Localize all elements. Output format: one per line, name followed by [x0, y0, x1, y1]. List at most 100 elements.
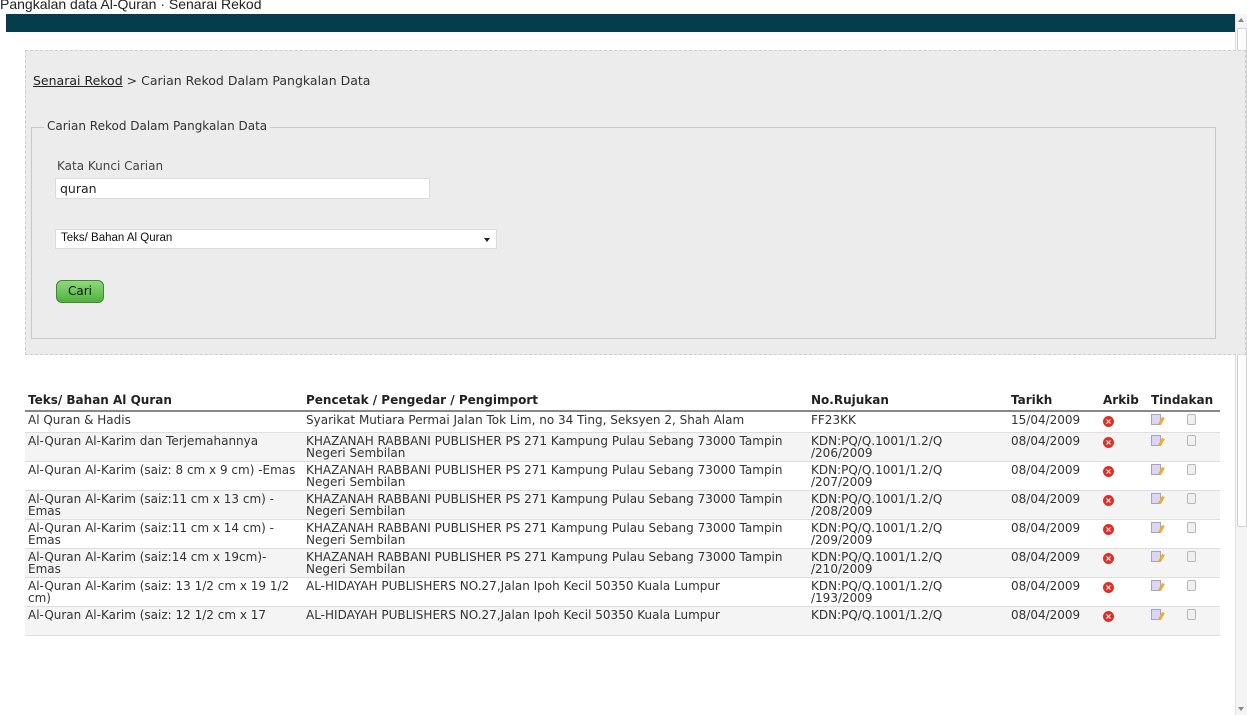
delete-x-icon[interactable]: ×	[1103, 416, 1114, 427]
cell-title: Al-Quran Al-Karim (saiz:11 cm x 14 cm) -…	[25, 519, 303, 549]
cell-edit	[1148, 490, 1184, 520]
delete-x-icon[interactable]: ×	[1103, 494, 1114, 506]
table-row[interactable]: Al-Quran Al-Karim dan Terjemahannya KHAZA…	[25, 432, 1220, 462]
edit-icon[interactable]	[1151, 608, 1161, 620]
delete-x-icon[interactable]: ×	[1103, 552, 1114, 564]
edit-icon[interactable]	[1151, 414, 1161, 425]
edit-icon[interactable]	[1151, 521, 1161, 533]
cell-publisher: KHAZANAH RABBANI PUBLISHER PS 271 Kampun…	[303, 490, 808, 520]
cell-publisher: Syarikat Mutiara Permai Jalan Tok Lim, n…	[303, 411, 808, 433]
cell-record	[1184, 432, 1220, 462]
edit-icon[interactable]	[1151, 550, 1161, 562]
col-header-publisher: Pencetak / Pengedar / Pengimport	[303, 390, 808, 412]
cell-record	[1184, 461, 1220, 491]
cell-date: 08/04/2009	[1008, 548, 1100, 578]
cell-ref: KDN:PQ/Q.1001/1.2/Q /207/2009	[808, 461, 1008, 491]
cell-archive: ×	[1100, 461, 1148, 491]
keyword-label: Kata Kunci Carian	[57, 159, 164, 173]
edit-icon[interactable]	[1151, 434, 1161, 446]
cell-archive: ×	[1100, 490, 1148, 520]
cell-publisher: KHAZANAH RABBANI PUBLISHER PS 271 Kampun…	[303, 548, 808, 578]
col-header-archive: Arkib	[1100, 390, 1148, 412]
cell-record	[1184, 606, 1220, 636]
cell-date: 08/04/2009	[1008, 519, 1100, 549]
cell-title: Al-Quran Al-Karim (saiz: 8 cm x 9 cm) -E…	[25, 461, 303, 491]
record-icon[interactable]	[1187, 434, 1196, 446]
cell-archive: ×	[1100, 432, 1148, 462]
delete-x-icon[interactable]: ×	[1103, 581, 1114, 593]
cell-edit	[1148, 548, 1184, 578]
cell-record	[1184, 577, 1220, 607]
search-legend: Carian Rekod Dalam Pangkalan Data	[44, 119, 271, 133]
cell-date: 08/04/2009	[1008, 606, 1100, 636]
record-icon[interactable]	[1187, 414, 1196, 425]
cell-title: Al Quran & Hadis	[25, 411, 303, 433]
cell-edit	[1148, 606, 1184, 636]
table-row[interactable]: Al Quran & Hadis Syarikat Mutiara Permai …	[25, 411, 1220, 433]
cell-edit	[1148, 519, 1184, 549]
category-select-value: Teks/ Bahan Al Quran	[61, 232, 173, 244]
cell-ref: KDN:PQ/Q.1001/1.2/Q /208/2009	[808, 490, 1008, 520]
edit-icon[interactable]	[1151, 492, 1161, 504]
results-table: Teks/ Bahan Al Quran Pencetak / Pengedar…	[25, 390, 1220, 636]
cell-archive: ×	[1100, 519, 1148, 549]
cell-date: 15/04/2009	[1008, 411, 1100, 433]
cell-ref: FF23KK	[808, 411, 1008, 433]
search-panel: Senarai Rekod > Carian Rekod Dalam Pangk…	[25, 50, 1246, 355]
cell-publisher: AL-HIDAYAH PUBLISHERS NO.27,Jalan Ipoh K…	[303, 577, 808, 607]
cell-publisher: AL-HIDAYAH PUBLISHERS NO.27,Jalan Ipoh K…	[303, 606, 808, 636]
edit-icon[interactable]	[1151, 463, 1161, 475]
cell-edit	[1148, 411, 1184, 433]
cell-date: 08/04/2009	[1008, 461, 1100, 491]
delete-x-icon[interactable]: ×	[1103, 610, 1114, 622]
search-fieldset: Carian Rekod Dalam Pangkalan Data Kata K…	[31, 119, 1216, 339]
category-select[interactable]: Teks/ Bahan Al Quran	[55, 229, 497, 249]
cell-archive: ×	[1100, 411, 1148, 433]
header-bar	[6, 14, 1236, 32]
search-button[interactable]: Cari	[56, 280, 104, 303]
scroll-down-icon[interactable]	[1238, 707, 1244, 711]
record-icon[interactable]	[1187, 579, 1196, 591]
cell-archive: ×	[1100, 606, 1148, 636]
breadcrumb-link-senarai-rekod[interactable]: Senarai Rekod	[33, 73, 123, 88]
table-header-row: Teks/ Bahan Al Quran Pencetak / Pengedar…	[25, 390, 1220, 412]
cell-archive: ×	[1100, 577, 1148, 607]
cell-record	[1184, 411, 1220, 433]
cell-title: Al-Quran Al-Karim (saiz:14 cm x 19cm)-Em…	[25, 548, 303, 578]
cell-publisher: KHAZANAH RABBANI PUBLISHER PS 271 Kampun…	[303, 461, 808, 491]
table-row[interactable]: Al-Quran Al-Karim (saiz: 12 1/2 cm x 17 A…	[25, 606, 1220, 636]
cell-title: Al-Quran Al-Karim (saiz: 13 1/2 cm x 19 …	[25, 577, 303, 607]
cell-edit	[1148, 432, 1184, 462]
cell-publisher: KHAZANAH RABBANI PUBLISHER PS 271 Kampun…	[303, 519, 808, 549]
table-row[interactable]: Al-Quran Al-Karim (saiz:11 cm x 14 cm) -…	[25, 519, 1220, 549]
table-row[interactable]: Al-Quran Al-Karim (saiz: 13 1/2 cm x 19 …	[25, 577, 1220, 607]
cell-title: Al-Quran Al-Karim (saiz:11 cm x 13 cm) -…	[25, 490, 303, 520]
delete-x-icon[interactable]: ×	[1103, 465, 1114, 477]
cell-title: Al-Quran Al-Karim (saiz: 12 1/2 cm x 17	[25, 606, 303, 636]
record-icon[interactable]	[1187, 463, 1196, 475]
delete-x-icon[interactable]: ×	[1103, 523, 1114, 535]
cell-date: 08/04/2009	[1008, 577, 1100, 607]
delete-x-icon[interactable]: ×	[1103, 436, 1114, 448]
cell-edit	[1148, 577, 1184, 607]
cell-ref: KDN:PQ/Q.1001/1.2/Q /209/2009	[808, 519, 1008, 549]
keyword-input[interactable]: quran	[55, 178, 430, 199]
cell-ref: KDN:PQ/Q.1001/1.2/Q /193/2009	[808, 577, 1008, 607]
cell-ref: KDN:PQ/Q.1001/1.2/Q	[808, 606, 1008, 636]
record-icon[interactable]	[1187, 521, 1196, 533]
cell-ref: KDN:PQ/Q.1001/1.2/Q /210/2009	[808, 548, 1008, 578]
cell-record	[1184, 490, 1220, 520]
record-icon[interactable]	[1187, 492, 1196, 504]
breadcrumb: Senarai Rekod > Carian Rekod Dalam Pangk…	[33, 73, 370, 88]
table-row[interactable]: Al-Quran Al-Karim (saiz:11 cm x 13 cm) -…	[25, 490, 1220, 520]
record-icon[interactable]	[1187, 550, 1196, 562]
col-header-date: Tarikh	[1008, 390, 1100, 412]
record-icon[interactable]	[1187, 608, 1196, 620]
col-header-ref: No.Rujukan	[808, 390, 1008, 412]
table-row[interactable]: Al-Quran Al-Karim (saiz: 8 cm x 9 cm) -E…	[25, 461, 1220, 491]
scroll-up-icon[interactable]	[1238, 18, 1244, 22]
cell-title: Al-Quran Al-Karim dan Terjemahannya	[25, 432, 303, 462]
edit-icon[interactable]	[1151, 579, 1161, 591]
table-row[interactable]: Al-Quran Al-Karim (saiz:14 cm x 19cm)-Em…	[25, 548, 1220, 578]
chevron-down-icon	[484, 238, 490, 242]
